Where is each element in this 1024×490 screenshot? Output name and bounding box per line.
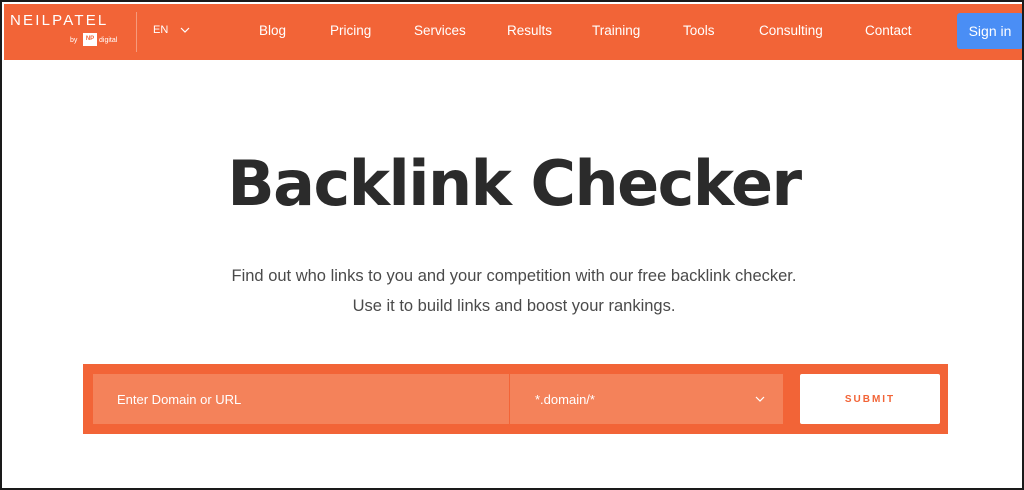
chevron-down-icon xyxy=(755,396,765,402)
top-nav-bar: NEILPATEL by NP digital EN Blog Pricing … xyxy=(4,4,1022,60)
nav-results[interactable]: Results xyxy=(507,23,552,38)
submit-button[interactable]: SUBMIT xyxy=(800,374,940,424)
page-frame: NEILPATEL by NP digital EN Blog Pricing … xyxy=(0,0,1024,490)
logo-wordmark: NEILPATEL xyxy=(10,12,109,29)
nav-pricing[interactable]: Pricing xyxy=(330,23,371,38)
logo-by-text: by xyxy=(70,37,78,44)
hero-subtitle-line-2: Use it to build links and boost your ran… xyxy=(352,297,676,315)
np-digital-badge-icon: NP xyxy=(83,33,97,46)
nav-consulting[interactable]: Consulting xyxy=(759,23,823,38)
domain-url-input[interactable] xyxy=(93,374,509,424)
domain-scope-select[interactable]: *.domain/* xyxy=(510,374,783,424)
chevron-down-icon xyxy=(180,27,190,33)
domain-scope-value: *.domain/* xyxy=(535,391,595,407)
page-title: Backlink Checker xyxy=(227,147,802,220)
nav-training[interactable]: Training xyxy=(592,23,640,38)
sign-in-button[interactable]: Sign in xyxy=(957,13,1022,49)
hero-subtitle-line-1: Find out who links to you and your compe… xyxy=(231,267,797,285)
neilpatel-logo[interactable]: NEILPATEL by NP digital xyxy=(10,10,128,54)
nav-services[interactable]: Services xyxy=(414,23,466,38)
language-label: EN xyxy=(153,24,169,36)
nav-blog[interactable]: Blog xyxy=(259,23,286,38)
language-selector[interactable]: EN xyxy=(153,24,190,36)
nav-contact[interactable]: Contact xyxy=(865,23,912,38)
header-divider xyxy=(136,12,137,52)
backlink-search-form: *.domain/* SUBMIT xyxy=(83,364,948,434)
nav-tools[interactable]: Tools xyxy=(683,23,715,38)
logo-digital-text: digital xyxy=(99,37,118,44)
